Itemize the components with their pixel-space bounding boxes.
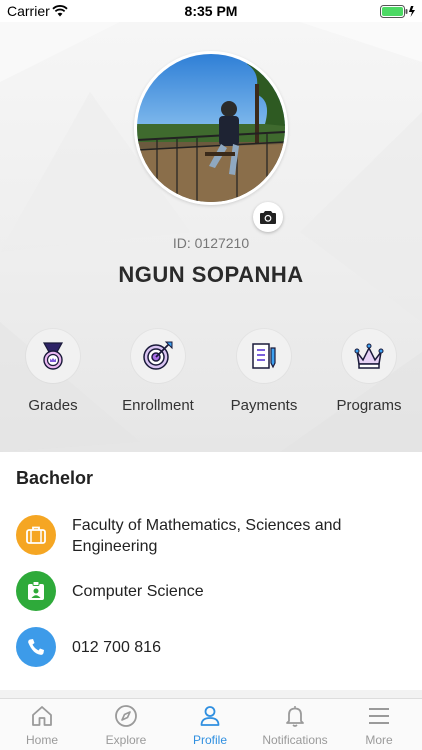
id-badge-icon xyxy=(16,571,56,611)
tab-bar: Home Explore Profile Notifications More xyxy=(0,698,422,750)
home-icon xyxy=(32,706,52,726)
target-icon xyxy=(143,341,173,370)
tab-profile-label: Profile xyxy=(192,733,227,747)
student-name: NGUN SOPANHA xyxy=(118,262,304,287)
tab-explore[interactable]: Explore xyxy=(84,703,168,747)
grades-icon-circle xyxy=(26,329,80,383)
menu-enrollment-label: Enrollment xyxy=(122,397,194,414)
menu-grades[interactable]: Grades xyxy=(0,329,106,414)
tab-notifications[interactable]: Notifications xyxy=(253,703,337,747)
tab-home[interactable]: Home xyxy=(0,703,84,747)
menu-icon xyxy=(369,708,389,724)
menu-grades-label: Grades xyxy=(28,397,78,414)
profile-photo xyxy=(137,54,285,202)
phone-number[interactable]: 012 700 816 xyxy=(72,637,402,658)
quick-menu: Grades Enrollment Payments Programs xyxy=(0,329,422,419)
menu-programs[interactable]: Programs xyxy=(316,329,422,414)
person-icon xyxy=(200,706,220,726)
tab-explore-label: Explore xyxy=(105,733,147,747)
payments-icon-circle xyxy=(237,329,291,383)
menu-enrollment[interactable]: Enrollment xyxy=(105,329,211,414)
tab-home-label: Home xyxy=(25,733,58,747)
crown-icon xyxy=(354,343,384,369)
menu-payments[interactable]: Payments xyxy=(211,329,317,414)
tab-profile[interactable]: Profile xyxy=(168,703,252,747)
battery-icon xyxy=(380,5,416,21)
clock: 8:35 PM xyxy=(184,3,238,19)
change-photo-button[interactable] xyxy=(253,202,283,232)
avatar[interactable] xyxy=(134,51,288,205)
briefcase-icon xyxy=(16,515,56,555)
compass-icon xyxy=(115,705,137,727)
profile-header: ID: 0127210 NGUN SOPANHA Grades Enrollme… xyxy=(0,22,422,452)
tab-more-label: More xyxy=(365,733,393,747)
bell-icon xyxy=(286,706,304,727)
camera-icon xyxy=(260,211,276,224)
section-divider xyxy=(0,690,422,698)
phone-icon xyxy=(16,627,56,667)
enrollment-icon-circle xyxy=(131,329,185,383)
faculty-name: Faculty of Mathematics, Sciences and Eng… xyxy=(72,517,342,555)
programs-icon-circle xyxy=(342,329,396,383)
student-id: ID: 0127210 xyxy=(172,235,250,251)
major-name: Computer Science xyxy=(72,583,204,600)
status-bar: Carrier 8:35 PM xyxy=(0,0,422,22)
avatar-container xyxy=(134,51,288,232)
tab-notifications-label: Notifications xyxy=(262,733,328,747)
degree-title: Bachelor xyxy=(16,468,94,488)
medal-icon xyxy=(42,342,64,370)
menu-programs-label: Programs xyxy=(336,397,402,414)
tab-more[interactable]: More xyxy=(337,703,421,747)
invoice-icon xyxy=(252,343,276,369)
menu-payments-label: Payments xyxy=(230,397,298,414)
